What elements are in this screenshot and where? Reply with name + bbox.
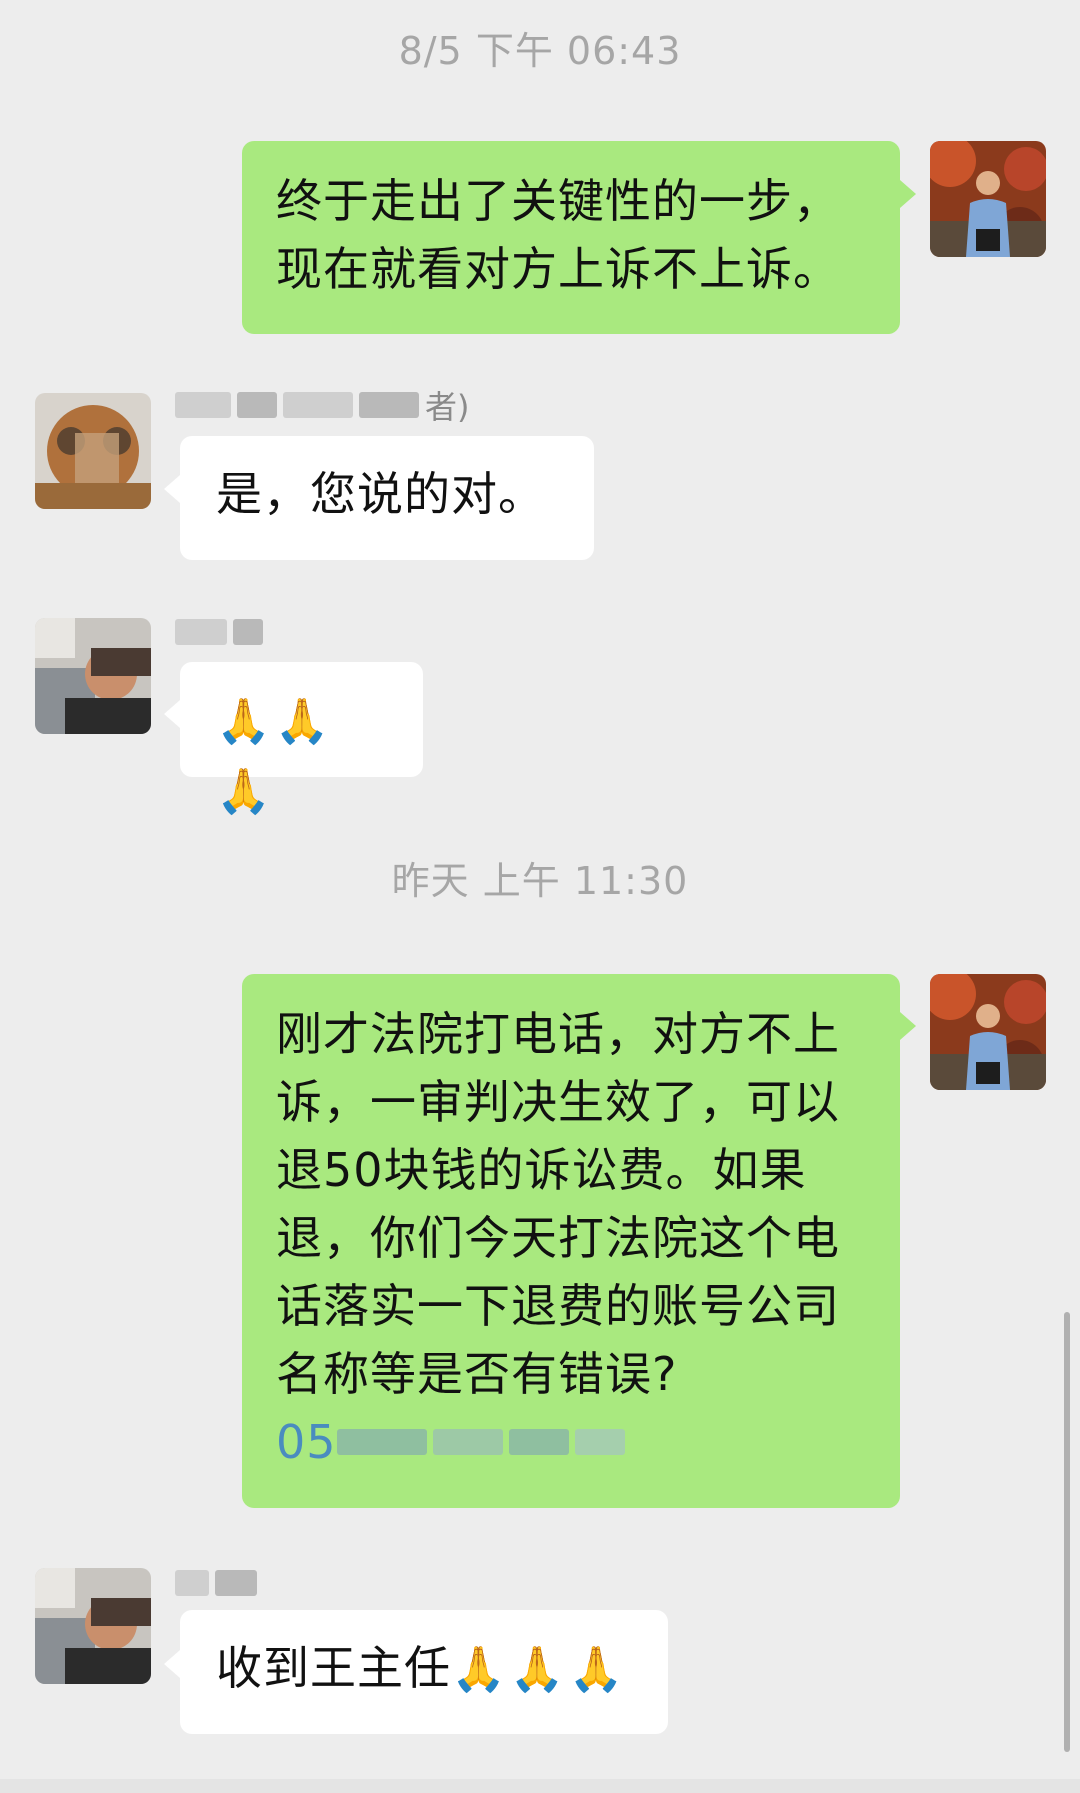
message-text-line: 退，你们今天打法院这个电 [276, 1211, 840, 1265]
message-bubble-outgoing[interactable]: 刚才法院打电话，对方不上 诉，一审判决生效了，可以 退50块钱的诉讼费。如果 退… [242, 974, 900, 1508]
pray-emoji: 🙏🙏🙏 [216, 696, 334, 817]
sender-name: 者) [175, 385, 470, 426]
message-bubble-incoming[interactable]: 收到王主任🙏🙏🙏 [180, 1610, 668, 1734]
timestamp: 昨天 上午 11:30 [391, 859, 689, 903]
sender-name [175, 612, 269, 652]
message-text-line: 话落实一下退费的账号公司 [276, 1279, 840, 1333]
avatar[interactable] [930, 974, 1046, 1090]
avatar-photo-icon [930, 141, 1046, 257]
message-text-line: 诉，一审判决生效了，可以 [276, 1075, 840, 1129]
sender-name-visible: 者) [425, 388, 470, 426]
message-text-line: 刚才法院打电话，对方不上 [276, 1007, 840, 1061]
avatar[interactable] [35, 618, 151, 734]
avatar[interactable] [35, 1568, 151, 1684]
message-text-line: 退50块钱的诉讼费。如果 [276, 1143, 807, 1197]
message-text: 是，您说的对。 [216, 467, 545, 521]
message-bubble-incoming[interactable]: 🙏🙏🙏 [180, 662, 423, 817]
phone-number-visible: 05 [276, 1415, 337, 1469]
message-text: 收到王主任 [216, 1641, 451, 1695]
sender-name [175, 1563, 263, 1603]
pray-emoji: 🙏🙏🙏 [451, 1644, 628, 1695]
avatar[interactable] [35, 393, 151, 509]
avatar-photo-icon [35, 1568, 151, 1684]
message-bubble-incoming[interactable]: 是，您说的对。 [180, 436, 594, 560]
phone-number-link[interactable]: 05 [276, 1408, 866, 1476]
timestamp: 8/5 下午 06:43 [398, 29, 682, 73]
message-text-line: 终于走出了关键性的一步， [276, 174, 840, 228]
avatar-photo-icon [35, 393, 151, 509]
message-bubble-outgoing[interactable]: 终于走出了关键性的一步， 现在就看对方上诉不上诉。 [242, 141, 900, 334]
message-text-line: 现在就看对方上诉不上诉。 [276, 242, 840, 296]
avatar[interactable] [930, 141, 1046, 257]
avatar-photo-icon [35, 618, 151, 734]
message-text-line: 名称等是否有错误? [276, 1347, 678, 1401]
avatar-photo-icon [930, 974, 1046, 1090]
scrollbar[interactable] [1064, 1312, 1070, 1752]
bottom-edge [0, 1779, 1080, 1793]
